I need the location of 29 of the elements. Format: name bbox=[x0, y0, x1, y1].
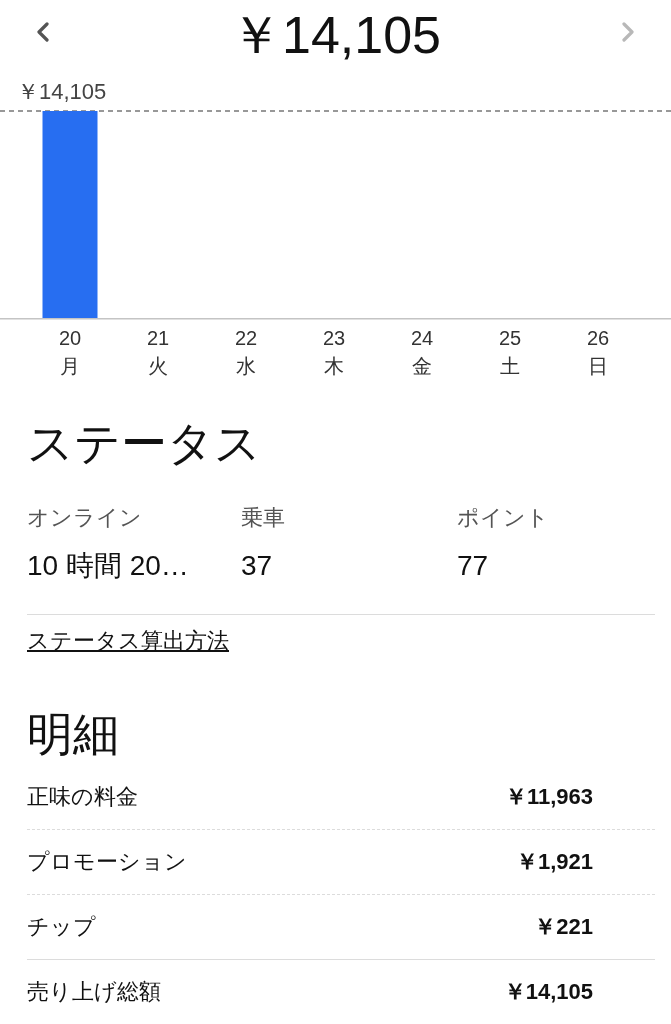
line-item-label: 正味の料金 bbox=[27, 783, 138, 811]
day-label: 24 金 bbox=[409, 326, 435, 379]
metric-label: オンライン bbox=[27, 504, 142, 532]
section-title: 明細 bbox=[27, 707, 120, 762]
metric-value: 10 時間 20… bbox=[27, 549, 189, 583]
day-label: 20 月 bbox=[57, 326, 83, 379]
line-item-amount: ￥221 bbox=[534, 913, 593, 941]
line-item-amount: ￥1,921 bbox=[515, 848, 593, 876]
day-label: 22 水 bbox=[233, 326, 259, 379]
status-method-link[interactable]: ステータス算出方法 bbox=[27, 626, 229, 656]
metric-label: 乗車 bbox=[241, 504, 285, 532]
day-label: 26 日 bbox=[585, 326, 611, 379]
metric-value: 37 bbox=[241, 549, 273, 583]
previous-button[interactable] bbox=[36, 22, 50, 42]
metric-label: ポイント bbox=[457, 504, 549, 532]
line-item-label: プロモーション bbox=[27, 848, 187, 876]
total-amount: ￥14,105 bbox=[229, 9, 441, 61]
section-title: ステータス bbox=[27, 416, 262, 471]
chevron-right-icon bbox=[621, 22, 635, 42]
chevron-left-icon bbox=[36, 22, 50, 42]
max-value-label: ￥14,105 bbox=[17, 79, 107, 104]
metric-value: 77 bbox=[457, 549, 489, 583]
day-label: 25 土 bbox=[497, 326, 523, 379]
line-item-amount: ￥11,963 bbox=[504, 783, 593, 811]
day-label: 23 木 bbox=[321, 326, 347, 379]
line-item-label: チップ bbox=[27, 913, 96, 941]
total-value: ￥14,105 bbox=[503, 978, 593, 1006]
total-label: 売り上げ総額 bbox=[27, 978, 161, 1006]
day-label: 21 火 bbox=[145, 326, 171, 379]
